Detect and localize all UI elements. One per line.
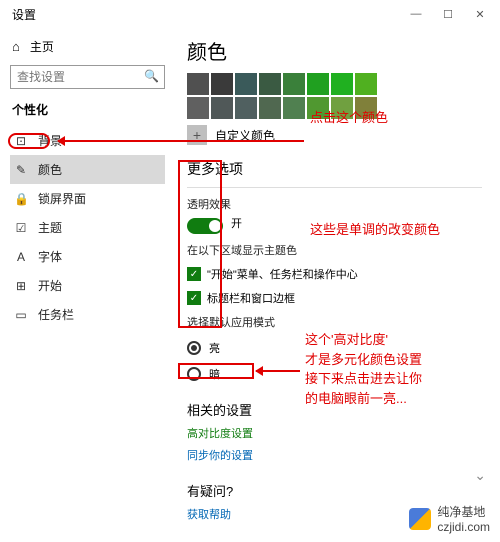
color-swatch[interactable] — [283, 97, 305, 119]
maximize-button[interactable]: ☐ — [432, 0, 464, 28]
check-icon: ✓ — [187, 267, 201, 281]
sidebar-item-label: 任务栏 — [38, 306, 74, 323]
sidebar-item-taskbar[interactable]: ▭ 任务栏 — [10, 300, 165, 329]
radio-dark[interactable]: 暗 — [187, 366, 482, 382]
home-label: 主页 — [30, 38, 54, 55]
sidebar-item-label: 字体 — [38, 248, 62, 265]
checkbox-label: 标题栏和窗口边框 — [207, 290, 295, 306]
font-icon: A — [14, 250, 28, 264]
checkbox-start-taskbar[interactable]: ✓ "开始"菜单、任务栏和操作中心 — [187, 266, 482, 282]
sidebar: ⌂ 主页 🔍 个性化 ⊡ 背景 ✎ 颜色 🔒 锁屏界面 ☑ 主题 A 字体 — [0, 28, 175, 542]
theme-icon: ☑ — [14, 221, 28, 235]
radio-icon — [187, 341, 201, 355]
sidebar-item-colors[interactable]: ✎ 颜色 — [10, 155, 165, 184]
more-options-heading: 更多选项 — [187, 159, 482, 179]
sidebar-item-themes[interactable]: ☑ 主题 — [10, 213, 165, 242]
sidebar-item-label: 背景 — [38, 132, 62, 149]
radio-light[interactable]: 亮 — [187, 340, 482, 356]
related-settings-heading: 相关的设置 — [187, 400, 482, 419]
close-button[interactable]: ✕ — [464, 0, 496, 28]
high-contrast-link[interactable]: 高对比度设置 — [187, 425, 253, 441]
sidebar-item-background[interactable]: ⊡ 背景 — [10, 126, 165, 155]
search-icon: 🔍 — [144, 69, 159, 83]
color-swatch[interactable] — [211, 73, 233, 95]
question-heading: 有疑问? — [187, 481, 482, 500]
window-title: 设置 — [12, 6, 36, 23]
home-link[interactable]: ⌂ 主页 — [10, 34, 165, 65]
content-area: 颜色 + 自定义颜色 更多选项 透明效果 开 在以下区域显示主题色 ✓ "开始"… — [175, 28, 500, 542]
color-swatch[interactable] — [187, 97, 209, 119]
color-swatch[interactable] — [331, 97, 353, 119]
transparency-label: 透明效果 — [187, 196, 482, 212]
custom-color-row[interactable]: + 自定义颜色 — [187, 125, 482, 145]
sidebar-item-label: 主题 — [38, 219, 62, 236]
sidebar-item-fonts[interactable]: A 字体 — [10, 242, 165, 271]
toggle-state-label: 开 — [231, 216, 242, 232]
color-swatch[interactable] — [331, 73, 353, 95]
minimize-button[interactable]: — — [400, 0, 432, 28]
radio-label: 暗 — [209, 366, 220, 382]
color-swatch[interactable] — [307, 97, 329, 119]
checkbox-label: "开始"菜单、任务栏和操作中心 — [207, 266, 358, 282]
sidebar-item-lockscreen[interactable]: 🔒 锁屏界面 — [10, 184, 165, 213]
radio-label: 亮 — [209, 340, 220, 356]
sidebar-item-label: 颜色 — [38, 161, 62, 178]
sidebar-item-label: 锁屏界面 — [38, 190, 86, 207]
watermark: 纯净基地 czjidi.com — [409, 503, 490, 534]
color-swatches — [187, 73, 387, 119]
image-icon: ⊡ — [14, 134, 28, 148]
page-title: 颜色 — [187, 36, 482, 65]
checkbox-titlebar[interactable]: ✓ 标题栏和窗口边框 — [187, 290, 482, 306]
color-swatch[interactable] — [235, 97, 257, 119]
check-icon: ✓ — [187, 291, 201, 305]
color-swatch[interactable] — [211, 97, 233, 119]
sidebar-category: 个性化 — [12, 101, 165, 118]
sidebar-item-start[interactable]: ⊞ 开始 — [10, 271, 165, 300]
radio-icon — [187, 367, 201, 381]
divider — [187, 187, 482, 188]
color-swatch[interactable] — [259, 73, 281, 95]
scroll-hint-icon: ⌄ — [474, 467, 486, 484]
transparency-toggle[interactable] — [187, 218, 223, 234]
home-icon: ⌂ — [12, 39, 20, 54]
plus-icon: + — [187, 125, 207, 145]
color-swatch[interactable] — [235, 73, 257, 95]
app-mode-label: 选择默认应用模式 — [187, 314, 482, 330]
color-swatch[interactable] — [187, 73, 209, 95]
lock-icon: 🔒 — [14, 192, 28, 206]
color-swatch[interactable] — [307, 73, 329, 95]
start-icon: ⊞ — [14, 279, 28, 293]
color-swatch[interactable] — [283, 73, 305, 95]
sync-settings-link[interactable]: 同步你的设置 — [187, 447, 482, 463]
color-swatch[interactable] — [355, 73, 377, 95]
search-input[interactable] — [10, 65, 165, 89]
watermark-logo-icon — [409, 508, 431, 530]
color-swatch[interactable] — [355, 97, 377, 119]
sidebar-item-label: 开始 — [38, 277, 62, 294]
color-swatch[interactable] — [259, 97, 281, 119]
accent-areas-label: 在以下区域显示主题色 — [187, 242, 482, 258]
custom-color-label: 自定义颜色 — [215, 127, 275, 144]
palette-icon: ✎ — [14, 163, 28, 177]
taskbar-icon: ▭ — [14, 308, 28, 322]
watermark-text: 纯净基地 czjidi.com — [437, 503, 490, 534]
